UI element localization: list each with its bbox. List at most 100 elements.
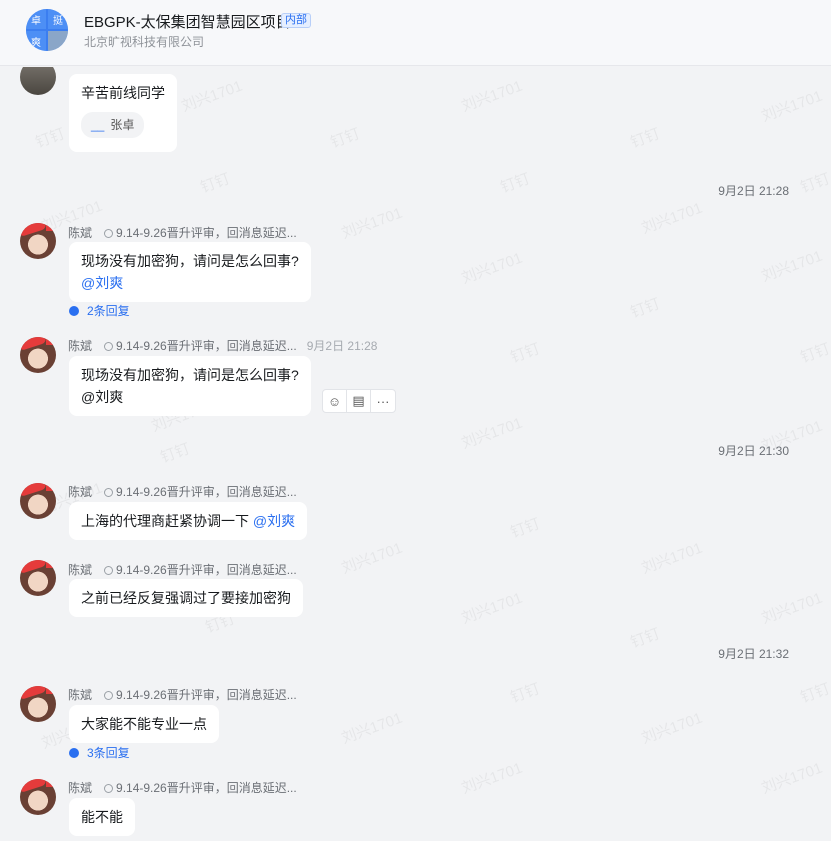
message-text: 之前已经反复强调过了要接加密狗 bbox=[81, 590, 291, 606]
reply-icon bbox=[69, 748, 79, 758]
watermark: 刘兴1701 bbox=[459, 589, 525, 628]
watermark: 钉钉 bbox=[508, 340, 543, 367]
watermark: 刘兴1701 bbox=[459, 759, 525, 798]
signature-text: 9.14-9.26晋升评审，回消息延迟... bbox=[116, 688, 297, 702]
watermark: 钉钉 bbox=[508, 515, 543, 542]
time-separator: 9月2日 21:28 bbox=[718, 184, 789, 198]
message-text: 大家能不能专业一点 bbox=[81, 716, 207, 732]
signature-icon bbox=[104, 488, 114, 497]
message-text: 现场没有加密狗，请问是怎么回事? bbox=[81, 253, 299, 269]
replies-link[interactable]: 2条回复 bbox=[69, 302, 130, 319]
sender-name[interactable]: 陈斌 bbox=[68, 688, 92, 702]
signature-icon bbox=[104, 566, 114, 575]
watermark: 刘兴1701 bbox=[339, 204, 405, 243]
sender-avatar[interactable] bbox=[20, 483, 56, 519]
sender-signature: 9.14-9.26晋升评审，回消息延迟... bbox=[104, 485, 297, 499]
watermark: 刘兴1701 bbox=[459, 414, 525, 453]
sender-name[interactable]: 陈斌 bbox=[68, 563, 92, 577]
mention-text: @刘爽 bbox=[81, 389, 124, 405]
watermark: 钉钉 bbox=[628, 125, 663, 152]
message-bubble[interactable]: 能不能 bbox=[69, 798, 135, 836]
mention-link[interactable]: @刘爽 bbox=[81, 272, 299, 294]
watermark: 钉钉 bbox=[198, 170, 233, 197]
message-text: 能不能 bbox=[81, 809, 123, 825]
replies-count: 2条回复 bbox=[87, 304, 130, 318]
signature-icon bbox=[104, 784, 114, 793]
watermark: 钉钉 bbox=[798, 680, 831, 707]
signature-icon bbox=[104, 691, 114, 700]
sender-avatar[interactable] bbox=[20, 686, 56, 722]
replies-link[interactable]: 3条回复 bbox=[69, 744, 130, 761]
watermark: 钉钉 bbox=[628, 625, 663, 652]
message-meta: 陈斌 9.14-9.26晋升评审，回消息延迟... bbox=[68, 224, 297, 241]
watermark: 刘兴1701 bbox=[459, 77, 525, 116]
reply-icon bbox=[69, 306, 79, 316]
message-list[interactable]: 刘兴1701 刘兴1701 刘兴1701 钉钉 钉钉 钉钉 钉钉 钉钉 钉钉 刘… bbox=[0, 67, 831, 841]
message-time: 9月2日 21:28 bbox=[306, 339, 378, 353]
message-meta: 陈斌 9.14-9.26晋升评审，回消息延迟... bbox=[68, 561, 297, 578]
signature-icon bbox=[104, 229, 114, 238]
message-text: 上海的代理商赶紧协调一下 bbox=[81, 513, 249, 529]
message-meta: 陈斌 9.14-9.26晋升评审，回消息延迟... bbox=[68, 483, 297, 500]
watermark: 刘兴1701 bbox=[759, 87, 825, 126]
message-bubble[interactable]: 上海的代理商赶紧协调一下 @刘爽 bbox=[69, 502, 308, 540]
signature-text: 9.14-9.26晋升评审，回消息延迟... bbox=[116, 781, 297, 795]
group-avatar[interactable]: 卓 挺 爽 bbox=[26, 9, 68, 51]
avatar-photo bbox=[48, 31, 68, 51]
reaction-icon: __ bbox=[91, 118, 105, 132]
watermark: 刘兴1701 bbox=[459, 249, 525, 288]
chat-header: 卓 挺 爽 EBGPK-太保集团智慧园区项目 内部 北京旷视科技有限公司 bbox=[0, 0, 831, 66]
sender-avatar[interactable] bbox=[20, 67, 56, 95]
message-hover-actions: ☺ ▤ ··· bbox=[322, 389, 396, 413]
message-bubble[interactable]: 大家能不能专业一点 bbox=[69, 705, 219, 743]
message-meta: 陈斌 9.14-9.26晋升评审，回消息延迟... 9月2日 21:28 bbox=[68, 337, 377, 354]
sender-avatar[interactable] bbox=[20, 560, 56, 596]
reaction-pill[interactable]: __ 张卓 bbox=[81, 112, 145, 138]
message-meta: 陈斌 9.14-9.26晋升评审，回消息延迟... bbox=[68, 686, 297, 703]
message-bubble[interactable]: 之前已经反复强调过了要接加密狗 bbox=[69, 579, 303, 617]
sender-signature: 9.14-9.26晋升评审，回消息延迟... bbox=[104, 688, 297, 702]
sender-name[interactable]: 陈斌 bbox=[68, 781, 92, 795]
sender-name[interactable]: 陈斌 bbox=[68, 485, 92, 499]
more-icon[interactable]: ··· bbox=[371, 390, 395, 412]
watermark: 刘兴1701 bbox=[639, 539, 705, 578]
sender-avatar[interactable] bbox=[20, 223, 56, 259]
message-bubble[interactable]: 辛苦前线同学 __ 张卓 bbox=[69, 74, 177, 152]
watermark: 钉钉 bbox=[498, 170, 533, 197]
watermark: 刘兴1701 bbox=[759, 589, 825, 628]
watermark: 钉钉 bbox=[628, 295, 663, 322]
watermark: 刘兴1701 bbox=[759, 247, 825, 286]
message-text: 现场没有加密狗，请问是怎么回事? bbox=[81, 367, 299, 383]
watermark: 刘兴1701 bbox=[639, 709, 705, 748]
watermark: 刘兴1701 bbox=[339, 539, 405, 578]
avatar-char: 卓 bbox=[26, 9, 46, 29]
sender-avatar[interactable] bbox=[20, 779, 56, 815]
message-text: 辛苦前线同学 bbox=[81, 85, 165, 101]
signature-text: 9.14-9.26晋升评审，回消息延迟... bbox=[116, 485, 297, 499]
avatar-char: 挺 bbox=[48, 9, 68, 29]
emoji-reaction-icon[interactable]: ☺ bbox=[323, 390, 347, 412]
sender-name[interactable]: 陈斌 bbox=[68, 339, 92, 353]
sender-signature: 9.14-9.26晋升评审，回消息延迟... bbox=[104, 781, 297, 795]
watermark: 钉钉 bbox=[33, 125, 68, 152]
reaction-user: 张卓 bbox=[110, 118, 135, 132]
internal-tag: 内部 bbox=[281, 13, 311, 28]
signature-text: 9.14-9.26晋升评审，回消息延迟... bbox=[116, 226, 297, 240]
replies-count: 3条回复 bbox=[87, 746, 130, 760]
sender-signature: 9.14-9.26晋升评审，回消息延迟... bbox=[104, 339, 297, 353]
watermark: 钉钉 bbox=[328, 125, 363, 152]
signature-text: 9.14-9.26晋升评审，回消息延迟... bbox=[116, 563, 297, 577]
reply-icon[interactable]: ▤ bbox=[347, 390, 371, 412]
sender-name[interactable]: 陈斌 bbox=[68, 226, 92, 240]
watermark: 钉钉 bbox=[798, 170, 831, 197]
group-company: 北京旷视科技有限公司 bbox=[84, 35, 205, 49]
watermark: 刘兴1701 bbox=[339, 709, 405, 748]
message-bubble[interactable]: 现场没有加密狗，请问是怎么回事? @刘爽 bbox=[69, 242, 311, 302]
group-title[interactable]: EBGPK-太保集团智慧园区项目 bbox=[84, 11, 291, 32]
time-separator: 9月2日 21:30 bbox=[718, 444, 789, 458]
message-bubble[interactable]: 现场没有加密狗，请问是怎么回事? @刘爽 bbox=[69, 356, 311, 416]
watermark: 刘兴1701 bbox=[179, 77, 245, 116]
watermark: 钉钉 bbox=[508, 680, 543, 707]
sender-avatar[interactable] bbox=[20, 337, 56, 373]
mention-link[interactable]: @刘爽 bbox=[253, 513, 295, 529]
